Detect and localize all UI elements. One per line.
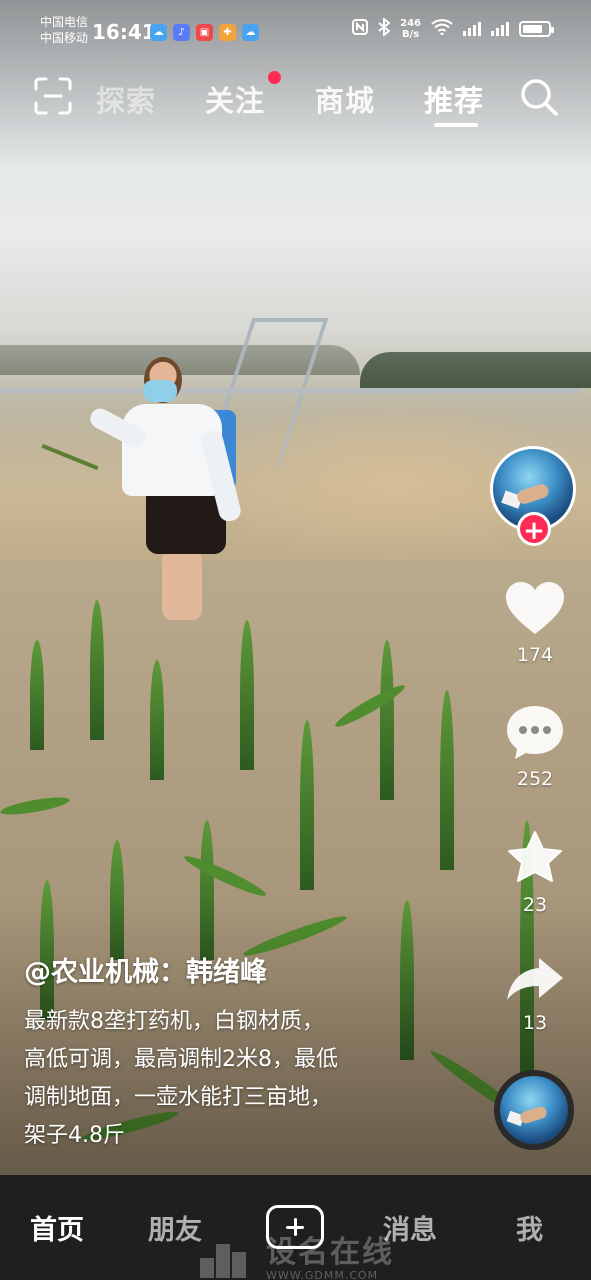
music-disc-avatar[interactable]: [494, 1070, 574, 1150]
person-skirt: [146, 490, 226, 554]
tab-following[interactable]: 关注: [205, 78, 265, 120]
video-description: 最新款8垄打药机，白钢材质， 高低可调，最高调制2米8，最低 调制地面，一壶水能…: [24, 1003, 474, 1155]
following-notification-dot: [268, 71, 281, 84]
tab-friends[interactable]: 朋友: [148, 1208, 202, 1247]
background-trees: [360, 352, 591, 388]
network-speed: 246 B/s: [400, 18, 421, 40]
tab-explore[interactable]: 探索: [96, 78, 156, 120]
tab-mall[interactable]: 商城: [315, 78, 375, 120]
description-line: 最新款8垄打药机，白钢材质，: [24, 1009, 324, 1034]
music-app-icon: ♪: [173, 24, 190, 41]
like-count: 174: [516, 644, 554, 666]
notification-icons: ☁ ♪ ▣ ✚ ☁: [150, 24, 259, 41]
bluetooth-icon: [378, 16, 391, 40]
carrier-info: 中国电信 中国移动: [40, 14, 88, 46]
share-count: 13: [522, 1012, 548, 1034]
person-legs: [162, 550, 202, 620]
corn-plant: [30, 640, 44, 750]
favorite-count: 23: [522, 894, 548, 916]
search-icon[interactable]: [518, 76, 560, 118]
description-line: 调制地面，一壶水能打三亩地，: [24, 1085, 333, 1110]
battery-level: [523, 25, 543, 33]
cloud-icon: ☁: [242, 24, 259, 41]
nfc-icon: [352, 19, 369, 39]
heart-icon: [506, 582, 564, 634]
spray-lance: [41, 443, 99, 471]
watermark-logo-icon: [200, 1242, 258, 1278]
corn-plant: [380, 640, 394, 800]
scan-icon[interactable]: [34, 77, 72, 115]
share-icon: [507, 958, 563, 1000]
comment-count: 252: [516, 768, 554, 790]
description-line: 架子4.8斤: [24, 1123, 125, 1148]
sprayer-boom: [0, 388, 580, 393]
system-icons: 246 B/s: [352, 16, 554, 40]
active-tab-indicator: [434, 123, 478, 127]
battery-icon: [519, 21, 554, 37]
network-speed-unit: B/s: [401, 29, 420, 40]
description-line: 高低可调，最高调制2米8，最低: [24, 1047, 338, 1072]
corn-plant: [150, 660, 164, 780]
avatar-handshake: [515, 482, 551, 507]
app-notification-icon: ▣: [196, 24, 213, 41]
carrier-1: 中国电信: [40, 15, 89, 29]
status-time: 16:41: [92, 20, 156, 44]
site-watermark: 设名在线 WWW.GDMM.COM: [200, 1237, 394, 1280]
like-button[interactable]: 174: [498, 580, 572, 666]
face-mask: [143, 380, 177, 402]
author-name[interactable]: @农业机械：韩绪峰: [24, 950, 474, 989]
app-grid-icon: ✚: [219, 24, 236, 41]
corn-plant: [300, 720, 314, 890]
watermark-text: 设名在线: [266, 1235, 394, 1270]
corn-plant: [440, 690, 454, 870]
avatar-handshake: [519, 1104, 549, 1125]
bottom-tab-bar: 首页 朋友 消息 我 设名在线 WWW.GDMM.COM: [0, 1175, 591, 1280]
carrier-2: 中国移动: [40, 31, 89, 45]
corn-plant: [240, 620, 254, 770]
tab-me[interactable]: 我: [516, 1208, 543, 1247]
star-icon: [508, 831, 562, 882]
watermark-url: WWW.GDMM.COM: [266, 1269, 379, 1280]
video-caption: @农业机械：韩绪峰 最新款8垄打药机，白钢材质， 高低可调，最高调制2米8，最低…: [24, 950, 474, 1155]
share-button[interactable]: 13: [498, 954, 572, 1034]
status-bar: 中国电信 中国移动 16:41 ☁ ♪ ▣ ✚ ☁ 246 B/s: [0, 10, 591, 54]
tab-home[interactable]: 首页: [30, 1208, 84, 1247]
wifi-icon: [431, 19, 453, 39]
tab-recommend[interactable]: 推荐: [424, 78, 484, 120]
network-speed-value: 246: [400, 18, 421, 29]
corn-plant: [90, 600, 104, 740]
signal-strength-icon: [463, 22, 481, 36]
comment-button[interactable]: 252: [498, 704, 572, 790]
comment-icon: [507, 706, 563, 759]
top-navigation: 探索 关注 商城 推荐: [0, 70, 591, 127]
favorite-button[interactable]: 23: [498, 830, 572, 916]
signal-strength-icon: [491, 22, 509, 36]
cloud-icon: ☁: [150, 24, 167, 41]
follow-button[interactable]: +: [517, 512, 551, 546]
